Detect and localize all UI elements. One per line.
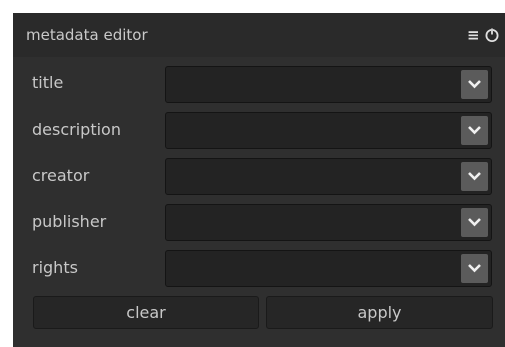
title-input[interactable] xyxy=(166,67,456,102)
creator-dropdown-button[interactable] xyxy=(461,162,488,191)
description-combobox[interactable] xyxy=(165,112,492,149)
description-input[interactable] xyxy=(166,113,456,148)
chevron-down-icon xyxy=(468,126,481,135)
rights-dropdown-button[interactable] xyxy=(461,254,488,283)
description-dropdown-button[interactable] xyxy=(461,116,488,145)
publisher-combobox[interactable] xyxy=(165,204,492,241)
chevron-down-icon xyxy=(468,172,481,181)
publisher-input[interactable] xyxy=(166,205,456,240)
chevron-down-icon xyxy=(468,264,481,273)
hamburger-menu-icon[interactable]: ≡ xyxy=(467,13,480,57)
field-label-title: title xyxy=(32,73,64,92)
publisher-dropdown-button[interactable] xyxy=(461,208,488,237)
chevron-down-icon xyxy=(468,218,481,227)
chevron-down-icon xyxy=(468,80,481,89)
creator-input[interactable] xyxy=(166,159,456,194)
reset-power-icon[interactable] xyxy=(484,27,500,43)
field-label-creator: creator xyxy=(32,166,90,185)
creator-combobox[interactable] xyxy=(165,158,492,195)
metadata-editor-panel: metadata editor ≡ title description crea… xyxy=(13,13,505,347)
apply-button[interactable]: apply xyxy=(266,296,493,329)
rights-combobox[interactable] xyxy=(165,250,492,287)
panel-header[interactable]: metadata editor ≡ xyxy=(13,13,505,57)
rights-input[interactable] xyxy=(166,251,456,286)
field-label-rights: rights xyxy=(32,258,78,277)
field-label-description: description xyxy=(32,120,121,139)
field-label-publisher: publisher xyxy=(32,212,107,231)
title-dropdown-button[interactable] xyxy=(461,70,488,99)
clear-button[interactable]: clear xyxy=(33,296,259,329)
title-combobox[interactable] xyxy=(165,66,492,103)
panel-title: metadata editor xyxy=(26,26,148,44)
